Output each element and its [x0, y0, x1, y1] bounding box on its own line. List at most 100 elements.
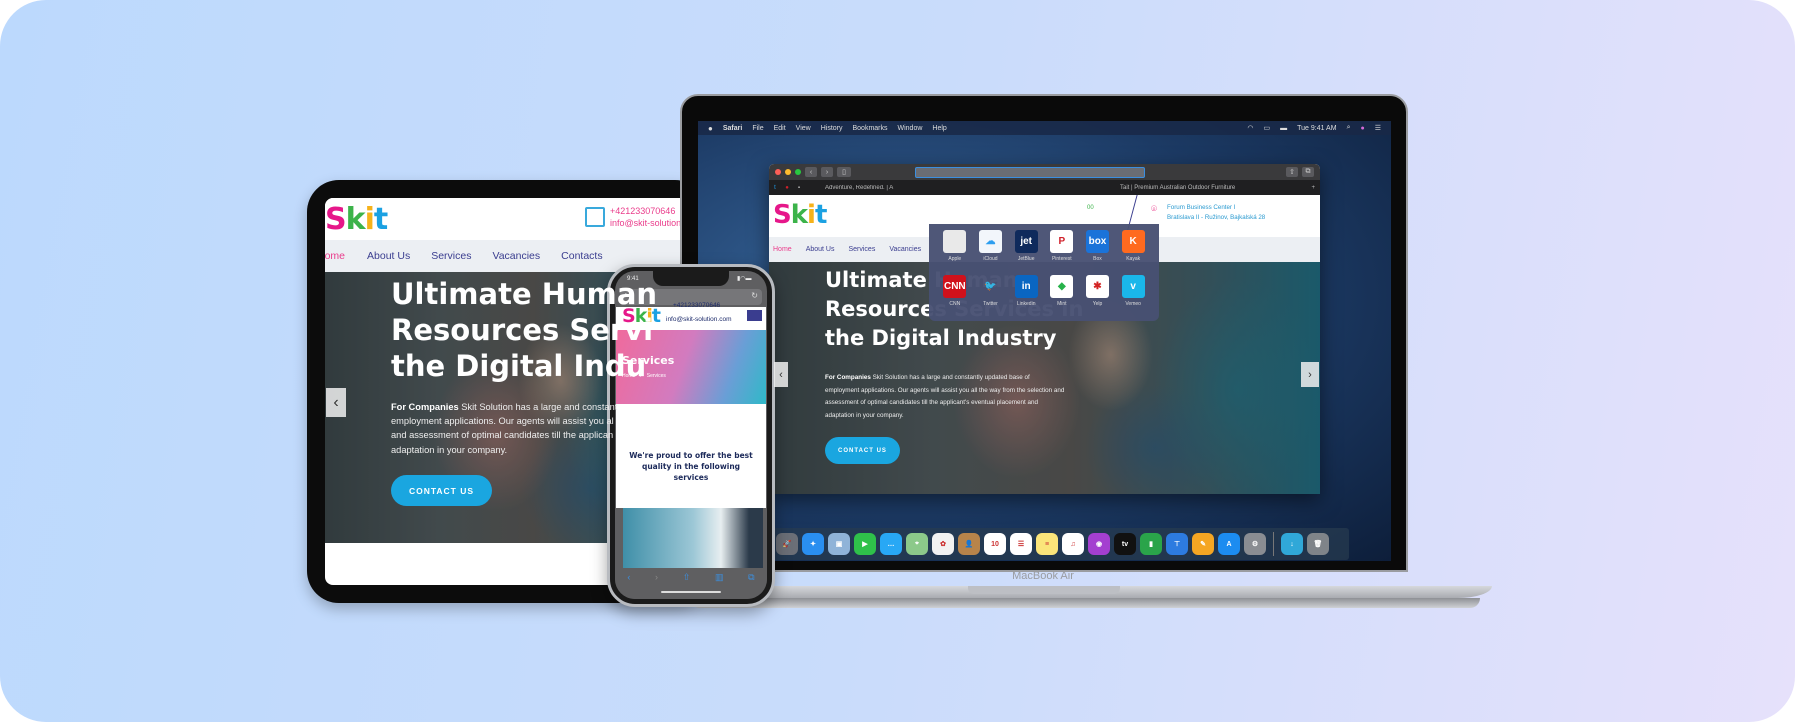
- nav-home[interactable]: Home: [325, 250, 345, 262]
- favorite-linkedin[interactable]: in Linkedin: [1008, 274, 1044, 316]
- favorite-yelp[interactable]: ✱ Yelp: [1080, 274, 1116, 316]
- nav-services[interactable]: Services: [848, 246, 875, 253]
- forward-icon[interactable]: ›: [655, 572, 658, 599]
- menu-clock[interactable]: Tue 9:41 AM: [1297, 125, 1336, 132]
- hero-lead: For Companies: [391, 402, 459, 412]
- close-window-button[interactable]: [775, 169, 781, 175]
- preview-icon[interactable]: ▣: [828, 533, 850, 555]
- battery-icon[interactable]: ▬: [1280, 125, 1287, 132]
- header-phone[interactable]: +421233070646: [610, 206, 675, 216]
- tab[interactable]: Tait | Premium Australian Outdoor Furnit…: [1120, 185, 1235, 191]
- tab[interactable]: Adventure, Redefined. | A: [825, 185, 915, 191]
- system-preferences-icon[interactable]: ⚙: [1244, 533, 1266, 555]
- spotlight-icon[interactable]: ⌕: [1347, 124, 1351, 132]
- nav-contacts[interactable]: Contacts: [561, 250, 602, 262]
- facetime-icon[interactable]: ▶: [854, 533, 876, 555]
- keynote-icon[interactable]: ⊤: [1166, 533, 1188, 555]
- share-button[interactable]: ⇧: [1286, 167, 1298, 177]
- favorite-box[interactable]: box Box: [1080, 230, 1116, 271]
- hero-title-line: the Digital Indu: [391, 349, 647, 383]
- favorite-vemeo[interactable]: v Vemeo: [1115, 274, 1151, 316]
- safari-icon[interactable]: ✦: [802, 533, 824, 555]
- trash-icon[interactable]: 🗑: [1307, 533, 1329, 555]
- favorite-apple[interactable]: Apple: [937, 230, 973, 271]
- reminders-icon[interactable]: ☰: [1010, 533, 1032, 555]
- zoom-window-button[interactable]: [795, 169, 801, 175]
- podcasts-icon[interactable]: ◉: [1088, 533, 1110, 555]
- favorite-jetblue[interactable]: jet JetBlue: [1008, 230, 1044, 271]
- control-center-icon[interactable]: ☰: [1375, 124, 1381, 132]
- menu-help[interactable]: Help: [932, 125, 946, 132]
- numbers-icon[interactable]: ▮: [1140, 533, 1162, 555]
- nav-services[interactable]: Services: [431, 250, 471, 262]
- minimize-window-button[interactable]: [785, 169, 791, 175]
- carousel-prev-button[interactable]: ‹: [774, 362, 788, 387]
- app-store-icon[interactable]: A: [1218, 533, 1240, 555]
- tabs-icon[interactable]: ⧉: [748, 572, 754, 599]
- address-line: Bratislava II - Ružinov, Bajkalská 28: [1167, 214, 1266, 221]
- header-phone[interactable]: +421233070646: [673, 302, 720, 309]
- pinned-tab-twitter[interactable]: t: [769, 185, 781, 191]
- safari-window: ‹ › ▯ ⇧ ⧉ t ● ▪ Adventure, Redefined. | …: [769, 164, 1320, 494]
- nav-vacancies[interactable]: Vacancies: [889, 246, 921, 253]
- menu-window[interactable]: Window: [898, 125, 923, 132]
- dock-divider: [1273, 532, 1274, 556]
- carousel-prev-button[interactable]: ‹: [326, 388, 346, 417]
- contact-us-button[interactable]: CONTACT US: [825, 437, 900, 464]
- forward-button[interactable]: ›: [821, 167, 833, 177]
- menu-view[interactable]: View: [796, 125, 811, 132]
- site-logo[interactable]: Skit: [773, 200, 827, 230]
- nav-about-us[interactable]: About Us: [367, 250, 410, 262]
- favorite-twitter[interactable]: 🐦 Twitter: [973, 275, 1009, 316]
- wifi-icon[interactable]: ◠: [1247, 124, 1253, 132]
- sidebar-button[interactable]: ▯: [837, 167, 851, 177]
- launchpad-icon[interactable]: 🚀: [776, 533, 798, 555]
- nav-home[interactable]: Home: [773, 246, 792, 253]
- carousel-next-button[interactable]: ›: [1301, 362, 1319, 387]
- favorite-mint[interactable]: ◆ Mint: [1044, 274, 1080, 316]
- menu-history[interactable]: History: [821, 125, 843, 132]
- pinned-tab-pinterest[interactable]: ●: [781, 185, 793, 191]
- nav-about-us[interactable]: About Us: [806, 246, 835, 253]
- downloads-folder-icon[interactable]: ↓: [1281, 533, 1303, 555]
- menu-file[interactable]: File: [752, 125, 763, 132]
- new-tab-button[interactable]: +: [1311, 185, 1315, 191]
- address-bar[interactable]: [915, 166, 1145, 178]
- header-email[interactable]: info@skit-solution.com: [666, 316, 731, 323]
- messages-icon[interactable]: …: [880, 533, 902, 555]
- music-icon[interactable]: ♫: [1062, 533, 1084, 555]
- airplay-icon[interactable]: ▭: [1264, 124, 1271, 132]
- tv-icon[interactable]: tv: [1114, 533, 1136, 555]
- calendar-icon[interactable]: 10: [984, 533, 1006, 555]
- contacts-icon[interactable]: 👤: [958, 533, 980, 555]
- back-icon[interactable]: ‹: [627, 572, 630, 599]
- favorite-icloud[interactable]: ☁ iCloud: [973, 230, 1009, 271]
- tabs-button[interactable]: ⧉: [1302, 167, 1314, 177]
- nav-vacancies[interactable]: Vacancies: [492, 250, 540, 262]
- pages-icon[interactable]: ✎: [1192, 533, 1214, 555]
- maps-icon[interactable]: ⌖: [906, 533, 928, 555]
- header-email[interactable]: info@skit-solution.c: [610, 218, 688, 228]
- notes-icon[interactable]: ≡: [1036, 533, 1058, 555]
- siri-icon[interactable]: ●: [1360, 125, 1364, 132]
- favorite-kayak[interactable]: K Kayak: [1115, 230, 1151, 271]
- cnn-icon: CNN: [943, 274, 967, 298]
- bookmarks-icon[interactable]: ▥: [715, 572, 724, 599]
- share-icon[interactable]: ⇧: [683, 572, 691, 599]
- hamburger-menu-button[interactable]: [746, 309, 763, 322]
- menu-bookmarks[interactable]: Bookmarks: [852, 125, 887, 132]
- apple-menu-icon[interactable]: ●: [708, 124, 713, 133]
- favorite-cnn[interactable]: CNN CNN: [937, 274, 973, 316]
- menu-edit[interactable]: Edit: [774, 125, 786, 132]
- reload-icon[interactable]: ↻: [751, 291, 758, 300]
- site-logo[interactable]: Skit: [325, 202, 388, 237]
- contact-us-button[interactable]: CONTACT US: [391, 475, 492, 506]
- menu-safari[interactable]: Safari: [723, 125, 742, 132]
- photos-icon[interactable]: ✿: [932, 533, 954, 555]
- favorite-label: Twitter: [983, 300, 998, 307]
- hero-text-line: employment applications. Our agents will…: [391, 416, 614, 427]
- back-button[interactable]: ‹: [805, 167, 817, 177]
- pinned-tab[interactable]: ▪: [793, 185, 805, 191]
- hero-text-line: Skit Solution has a large and constant: [458, 402, 618, 412]
- favorite-pinterest[interactable]: P Pinterest: [1044, 230, 1080, 271]
